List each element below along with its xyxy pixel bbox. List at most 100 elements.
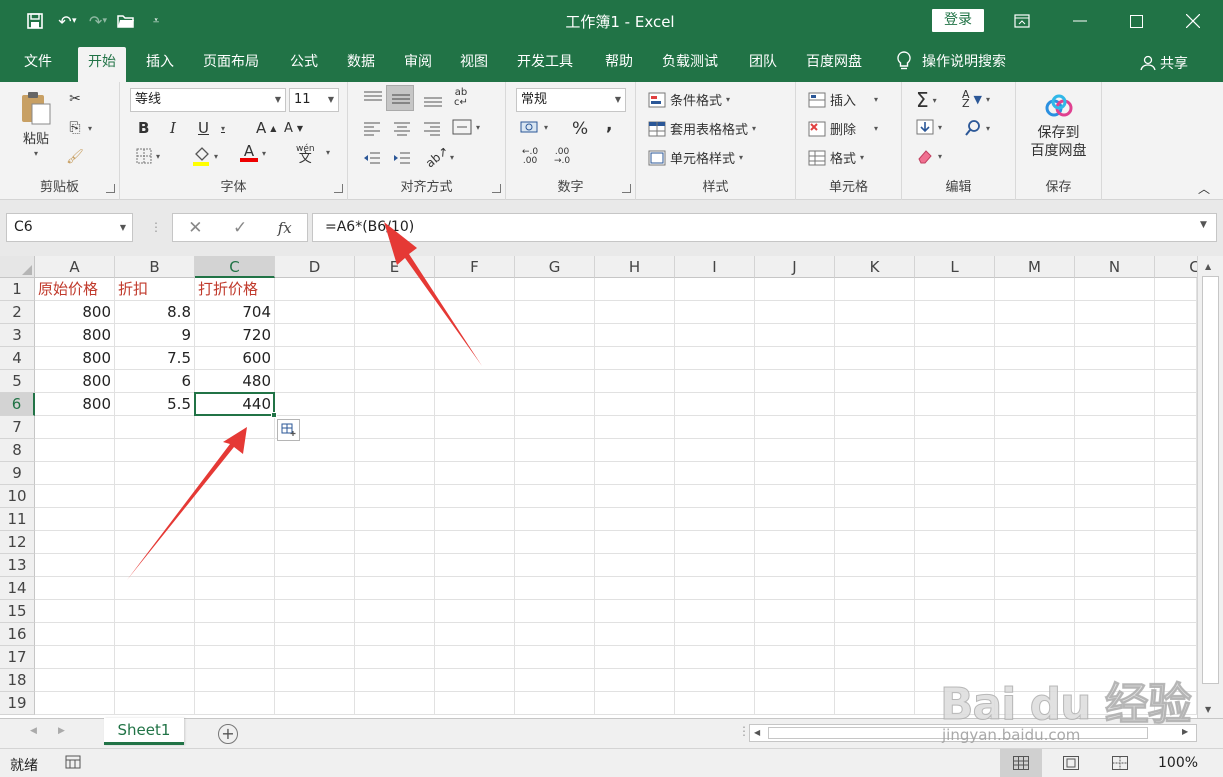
fill-color-button[interactable]: ▾ xyxy=(192,146,218,166)
cell-c8[interactable] xyxy=(195,439,275,462)
cell-m9[interactable] xyxy=(995,462,1075,485)
find-select-button[interactable]: ▾ xyxy=(964,119,990,137)
row-header-4[interactable]: 4 xyxy=(0,347,35,370)
cell-e14[interactable] xyxy=(355,577,435,600)
font-name-combo[interactable]: 等线 ▼ xyxy=(130,88,286,112)
cell-m2[interactable] xyxy=(995,301,1075,324)
vertical-scrollbar[interactable]: ▲ ▼ xyxy=(1197,256,1223,718)
cell-g7[interactable] xyxy=(515,416,595,439)
cell-e18[interactable] xyxy=(355,669,435,692)
cell-c3[interactable]: 720 xyxy=(195,324,275,347)
column-header-b[interactable]: B xyxy=(115,256,195,278)
cell-c17[interactable] xyxy=(195,646,275,669)
cell-n10[interactable] xyxy=(1075,485,1155,508)
row-header-1[interactable]: 1 xyxy=(0,278,35,301)
bold-button[interactable]: B xyxy=(138,119,149,137)
row-header-2[interactable]: 2 xyxy=(0,301,35,324)
cell-l10[interactable] xyxy=(915,485,995,508)
cell-partial[interactable] xyxy=(1155,577,1197,600)
cell-d11[interactable] xyxy=(275,508,355,531)
align-center-icon[interactable] xyxy=(392,120,412,136)
cell-j15[interactable] xyxy=(755,600,835,623)
cell-b9[interactable] xyxy=(115,462,195,485)
cell-k8[interactable] xyxy=(835,439,915,462)
cell-d19[interactable] xyxy=(275,692,355,715)
cell-a18[interactable] xyxy=(35,669,115,692)
cell-m1[interactable] xyxy=(995,278,1075,301)
align-top-icon[interactable] xyxy=(362,90,384,108)
cell-d17[interactable] xyxy=(275,646,355,669)
cell-b19[interactable] xyxy=(115,692,195,715)
cell-partial[interactable] xyxy=(1155,439,1197,462)
cell-a13[interactable] xyxy=(35,554,115,577)
cell-d16[interactable] xyxy=(275,623,355,646)
cell-i19[interactable] xyxy=(675,692,755,715)
cell-f13[interactable] xyxy=(435,554,515,577)
cell-f17[interactable] xyxy=(435,646,515,669)
cell-n19[interactable] xyxy=(1075,692,1155,715)
autosum-button[interactable]: Σ ▾ xyxy=(916,88,937,112)
cell-d15[interactable] xyxy=(275,600,355,623)
cell-e7[interactable] xyxy=(355,416,435,439)
cell-m12[interactable] xyxy=(995,531,1075,554)
cell-b4[interactable]: 7.5 xyxy=(115,347,195,370)
save-to-baidu-button[interactable]: 保存到 百度网盘 xyxy=(1016,94,1101,160)
cell-f19[interactable] xyxy=(435,692,515,715)
row-header-7[interactable]: 7 xyxy=(0,416,35,439)
worksheet-grid[interactable]: ABCDEFGHIJKLMNC 1 2 3 4 5 6 7 8 9 10 11 12 13 14 15 16 1… xyxy=(0,256,1223,718)
cell-g4[interactable] xyxy=(515,347,595,370)
cell-g2[interactable] xyxy=(515,301,595,324)
cell-l18[interactable] xyxy=(915,669,995,692)
cell-a19[interactable] xyxy=(35,692,115,715)
paste-button[interactable]: 粘贴 ▾ xyxy=(18,90,54,158)
scroll-down-icon[interactable]: ▼ xyxy=(1205,705,1211,714)
delete-cells-button[interactable]: 删除 ▾ xyxy=(808,119,878,138)
cell-a11[interactable] xyxy=(35,508,115,531)
quick-analysis-button[interactable] xyxy=(277,419,300,441)
row-header-18[interactable]: 18 xyxy=(0,669,35,692)
cell-m14[interactable] xyxy=(995,577,1075,600)
cell-c5[interactable]: 480 xyxy=(195,370,275,393)
cell-a9[interactable] xyxy=(35,462,115,485)
cell-l6[interactable] xyxy=(915,393,995,416)
column-header-i[interactable]: I xyxy=(675,256,755,278)
column-header-f[interactable]: F xyxy=(435,256,515,278)
cell-j3[interactable] xyxy=(755,324,835,347)
fill-handle[interactable] xyxy=(271,412,277,418)
scroll-up-icon[interactable]: ▲ xyxy=(1205,262,1211,271)
cell-h12[interactable] xyxy=(595,531,675,554)
cell-k9[interactable] xyxy=(835,462,915,485)
cell-g1[interactable] xyxy=(515,278,595,301)
number-launcher-icon[interactable] xyxy=(622,184,631,193)
cell-k7[interactable] xyxy=(835,416,915,439)
cell-m18[interactable] xyxy=(995,669,1075,692)
insert-function-icon[interactable]: fx xyxy=(278,219,292,237)
cell-j19[interactable] xyxy=(755,692,835,715)
row-header-10[interactable]: 10 xyxy=(0,485,35,508)
cell-g12[interactable] xyxy=(515,531,595,554)
cell-d10[interactable] xyxy=(275,485,355,508)
row-header-17[interactable]: 17 xyxy=(0,646,35,669)
cell-d13[interactable] xyxy=(275,554,355,577)
cell-a14[interactable] xyxy=(35,577,115,600)
cell-k4[interactable] xyxy=(835,347,915,370)
column-header-h[interactable]: H xyxy=(595,256,675,278)
cell-f5[interactable] xyxy=(435,370,515,393)
save-icon[interactable] xyxy=(20,6,50,36)
cell-d8[interactable] xyxy=(275,439,355,462)
cell-n11[interactable] xyxy=(1075,508,1155,531)
normal-view-button[interactable] xyxy=(1000,749,1042,777)
copy-button[interactable]: ⎘ ▾ xyxy=(66,119,92,137)
percent-style-button[interactable]: % xyxy=(572,119,588,139)
cell-b6[interactable]: 5.5 xyxy=(115,393,195,416)
tab-file[interactable]: 文件 xyxy=(14,51,62,82)
cell-l19[interactable] xyxy=(915,692,995,715)
cell-a15[interactable] xyxy=(35,600,115,623)
cell-n14[interactable] xyxy=(1075,577,1155,600)
cell-a4[interactable]: 800 xyxy=(35,347,115,370)
cell-n13[interactable] xyxy=(1075,554,1155,577)
cell-i10[interactable] xyxy=(675,485,755,508)
cell-k6[interactable] xyxy=(835,393,915,416)
tab-insert[interactable]: 插入 xyxy=(136,51,184,82)
cell-f10[interactable] xyxy=(435,485,515,508)
